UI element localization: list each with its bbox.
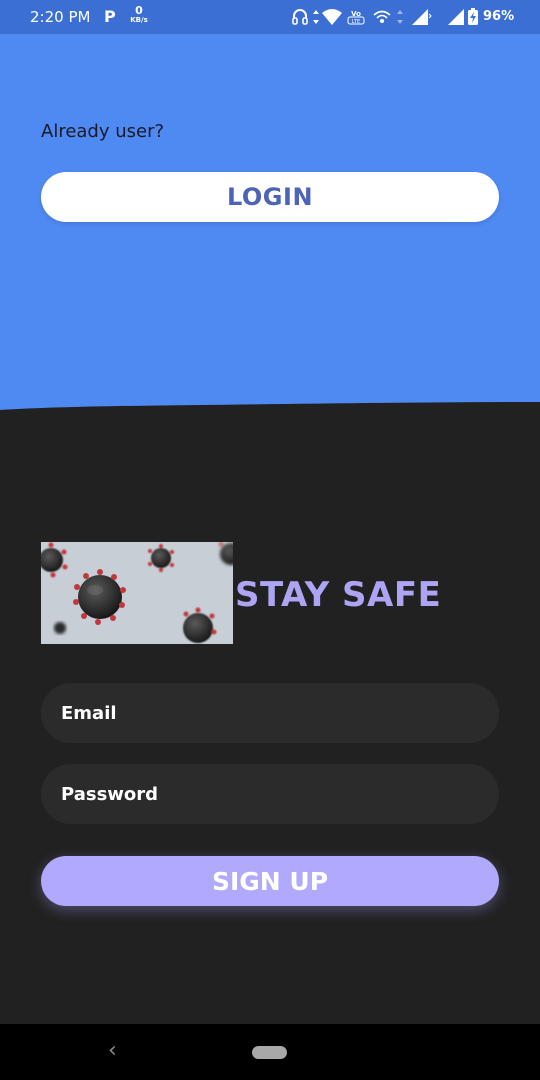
signup-button[interactable]: SIGN UP xyxy=(41,856,499,906)
navigation-bar: ‹ xyxy=(0,1024,540,1080)
password-field[interactable] xyxy=(41,764,499,824)
status-bar: 2:20 PM P 0 KB/s Vo LTE 96% xyxy=(0,0,540,34)
volte-icon: Vo LTE xyxy=(347,10,365,25)
home-pill-icon[interactable] xyxy=(252,1046,287,1059)
svg-text:LTE: LTE xyxy=(352,19,360,25)
signal-icon xyxy=(412,9,432,25)
login-button[interactable]: LOGIN xyxy=(41,172,499,222)
stay-safe-title: STAY SAFE xyxy=(235,575,442,615)
wifi-icon xyxy=(322,9,342,25)
network-speed-value: 0 xyxy=(135,4,143,17)
status-time: 2:20 PM xyxy=(30,8,91,26)
battery-charging-icon xyxy=(468,8,478,25)
battery-percent: 96% xyxy=(483,9,515,24)
hotspot-icon xyxy=(373,10,391,23)
network-speed: 0 KB/s xyxy=(128,5,150,24)
data-arrows-icon-2 xyxy=(397,10,403,24)
network-speed-unit: KB/s xyxy=(130,16,148,24)
email-field[interactable] xyxy=(41,683,499,743)
signal-icon-2 xyxy=(448,9,464,25)
back-icon[interactable]: ‹ xyxy=(108,1038,117,1063)
headphones-icon xyxy=(292,9,308,25)
coronavirus-illustration xyxy=(41,542,233,644)
top-wave-shape xyxy=(0,34,540,410)
top-wave-panel xyxy=(0,34,540,410)
data-arrows-icon xyxy=(313,10,319,24)
app-notification-icon: P xyxy=(104,7,116,26)
already-user-label: Already user? xyxy=(41,121,165,142)
